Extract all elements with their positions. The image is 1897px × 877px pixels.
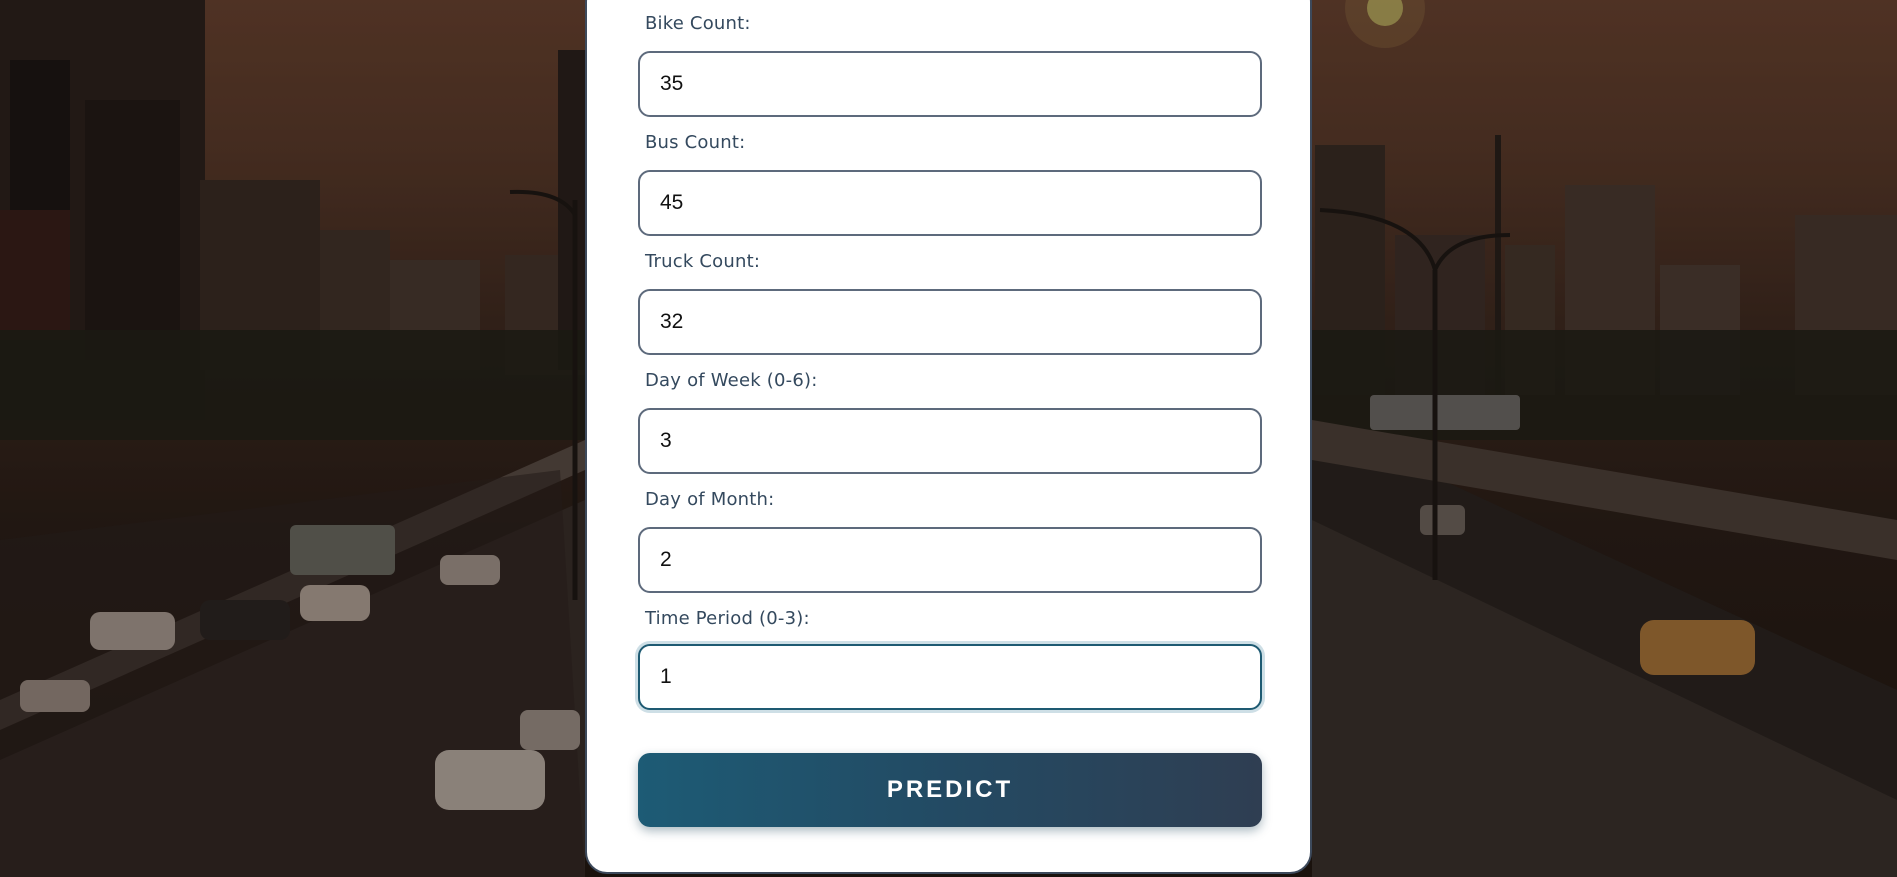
prediction-form-card: Bike Count: Bus Count: Truck Count: Day … [585,0,1312,874]
day-of-month-input[interactable] [638,527,1262,593]
bike-count-label: Bike Count: [645,13,751,34]
truck-count-label: Truck Count: [645,251,761,272]
predict-button[interactable]: PREDICT [638,753,1262,827]
time-period-label: Time Period (0-3): [645,608,810,629]
day-of-week-label: Day of Week (0-6): [645,370,818,391]
truck-count-input[interactable] [638,289,1262,355]
time-period-input[interactable] [638,644,1262,710]
bus-count-label: Bus Count: [645,132,746,153]
day-of-month-label: Day of Month: [645,489,775,510]
bike-count-input[interactable] [638,51,1262,117]
bus-count-input[interactable] [638,170,1262,236]
day-of-week-input[interactable] [638,408,1262,474]
